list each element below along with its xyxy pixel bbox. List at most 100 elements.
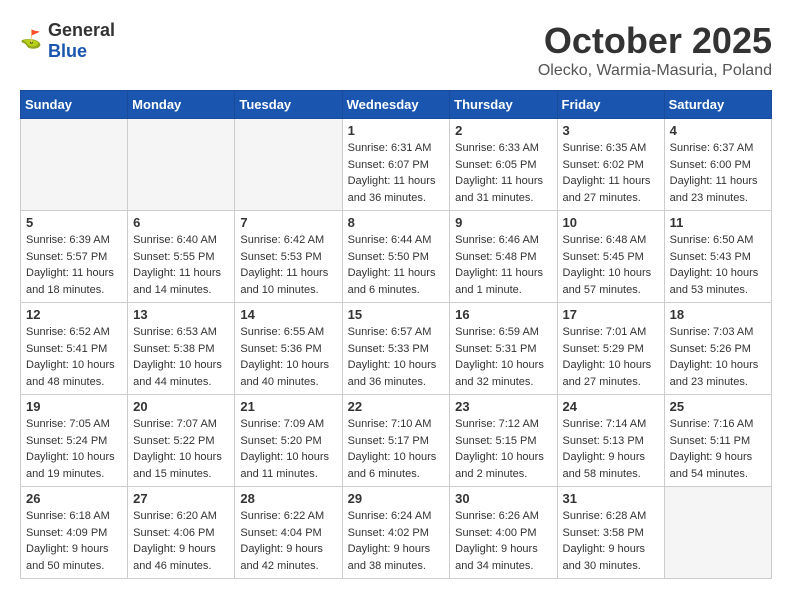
calendar-cell: 7 Sunrise: 6:42 AM Sunset: 5:53 PM Daylig… bbox=[235, 211, 342, 303]
calendar-cell: 14 Sunrise: 6:55 AM Sunset: 5:36 PM Dayli… bbox=[235, 303, 342, 395]
day-number: 5 bbox=[26, 215, 122, 230]
day-number: 7 bbox=[240, 215, 336, 230]
day-number: 16 bbox=[455, 307, 551, 322]
week-row-2: 5 Sunrise: 6:39 AM Sunset: 5:57 PM Daylig… bbox=[21, 211, 772, 303]
calendar-cell: 26 Sunrise: 6:18 AM Sunset: 4:09 PM Dayli… bbox=[21, 487, 128, 579]
day-info: Sunrise: 6:35 AM Sunset: 6:02 PM Dayligh… bbox=[563, 140, 659, 206]
calendar-cell bbox=[235, 119, 342, 211]
logo-general: General bbox=[48, 20, 115, 40]
day-info: Sunrise: 6:53 AM Sunset: 5:38 PM Dayligh… bbox=[133, 324, 229, 390]
calendar-cell: 23 Sunrise: 7:12 AM Sunset: 5:15 PM Dayli… bbox=[450, 395, 557, 487]
calendar-cell: 15 Sunrise: 6:57 AM Sunset: 5:33 PM Dayli… bbox=[342, 303, 450, 395]
calendar-cell: 28 Sunrise: 6:22 AM Sunset: 4:04 PM Dayli… bbox=[235, 487, 342, 579]
day-number: 26 bbox=[26, 491, 122, 506]
day-info: Sunrise: 6:22 AM Sunset: 4:04 PM Dayligh… bbox=[240, 508, 336, 574]
calendar-cell: 30 Sunrise: 6:26 AM Sunset: 4:00 PM Dayli… bbox=[450, 487, 557, 579]
calendar-cell: 5 Sunrise: 6:39 AM Sunset: 5:57 PM Daylig… bbox=[21, 211, 128, 303]
calendar-cell bbox=[21, 119, 128, 211]
day-info: Sunrise: 6:57 AM Sunset: 5:33 PM Dayligh… bbox=[348, 324, 445, 390]
week-row-5: 26 Sunrise: 6:18 AM Sunset: 4:09 PM Dayli… bbox=[21, 487, 772, 579]
day-number: 12 bbox=[26, 307, 122, 322]
day-info: Sunrise: 7:14 AM Sunset: 5:13 PM Dayligh… bbox=[563, 416, 659, 482]
day-number: 30 bbox=[455, 491, 551, 506]
day-info: Sunrise: 6:42 AM Sunset: 5:53 PM Dayligh… bbox=[240, 232, 336, 298]
calendar-cell: 13 Sunrise: 6:53 AM Sunset: 5:38 PM Dayli… bbox=[128, 303, 235, 395]
header-sunday: Sunday bbox=[21, 91, 128, 119]
week-row-1: 1 Sunrise: 6:31 AM Sunset: 6:07 PM Daylig… bbox=[21, 119, 772, 211]
day-number: 10 bbox=[563, 215, 659, 230]
svg-text:⛳: ⛳ bbox=[20, 29, 42, 50]
calendar-cell: 25Sunrise: 7:16 AM Sunset: 5:11 PM Dayli… bbox=[664, 395, 771, 487]
calendar-title: October 2025 bbox=[538, 20, 772, 62]
header-monday: Monday bbox=[128, 91, 235, 119]
day-number: 13 bbox=[133, 307, 229, 322]
calendar-cell: 1 Sunrise: 6:31 AM Sunset: 6:07 PM Daylig… bbox=[342, 119, 450, 211]
day-number: 24 bbox=[563, 399, 659, 414]
logo-blue: Blue bbox=[48, 41, 87, 61]
day-number: 31 bbox=[563, 491, 659, 506]
day-info: Sunrise: 6:39 AM Sunset: 5:57 PM Dayligh… bbox=[26, 232, 122, 298]
day-info: Sunrise: 7:09 AM Sunset: 5:20 PM Dayligh… bbox=[240, 416, 336, 482]
calendar-cell: 11Sunrise: 6:50 AM Sunset: 5:43 PM Dayli… bbox=[664, 211, 771, 303]
day-number: 15 bbox=[348, 307, 445, 322]
day-info: Sunrise: 7:01 AM Sunset: 5:29 PM Dayligh… bbox=[563, 324, 659, 390]
day-number: 23 bbox=[455, 399, 551, 414]
day-info: Sunrise: 6:55 AM Sunset: 5:36 PM Dayligh… bbox=[240, 324, 336, 390]
calendar-cell: 31 Sunrise: 6:28 AM Sunset: 3:58 PM Dayli… bbox=[557, 487, 664, 579]
calendar-cell: 27 Sunrise: 6:20 AM Sunset: 4:06 PM Dayli… bbox=[128, 487, 235, 579]
day-number: 14 bbox=[240, 307, 336, 322]
calendar-cell: 6Sunrise: 6:40 AM Sunset: 5:55 PM Daylig… bbox=[128, 211, 235, 303]
day-info: Sunrise: 6:46 AM Sunset: 5:48 PM Dayligh… bbox=[455, 232, 551, 298]
calendar-cell: 29Sunrise: 6:24 AM Sunset: 4:02 PM Dayli… bbox=[342, 487, 450, 579]
day-info: Sunrise: 6:26 AM Sunset: 4:00 PM Dayligh… bbox=[455, 508, 551, 574]
day-info: Sunrise: 7:03 AM Sunset: 5:26 PM Dayligh… bbox=[670, 324, 766, 390]
day-number: 28 bbox=[240, 491, 336, 506]
day-number: 18 bbox=[670, 307, 766, 322]
header-thursday: Thursday bbox=[450, 91, 557, 119]
calendar-cell: 19 Sunrise: 7:05 AM Sunset: 5:24 PM Dayli… bbox=[21, 395, 128, 487]
day-number: 3 bbox=[563, 123, 659, 138]
calendar-cell: 4Sunrise: 6:37 AM Sunset: 6:00 PM Daylig… bbox=[664, 119, 771, 211]
day-info: Sunrise: 6:48 AM Sunset: 5:45 PM Dayligh… bbox=[563, 232, 659, 298]
day-info: Sunrise: 6:28 AM Sunset: 3:58 PM Dayligh… bbox=[563, 508, 659, 574]
header-saturday: Saturday bbox=[664, 91, 771, 119]
calendar-cell: 3 Sunrise: 6:35 AM Sunset: 6:02 PM Daylig… bbox=[557, 119, 664, 211]
title-area: October 2025 Olecko, Warmia-Masuria, Pol… bbox=[538, 20, 772, 80]
calendar-cell: 8Sunrise: 6:44 AM Sunset: 5:50 PM Daylig… bbox=[342, 211, 450, 303]
calendar-subtitle: Olecko, Warmia-Masuria, Poland bbox=[538, 62, 772, 80]
day-number: 22 bbox=[348, 399, 445, 414]
day-number: 27 bbox=[133, 491, 229, 506]
day-info: Sunrise: 6:24 AM Sunset: 4:02 PM Dayligh… bbox=[348, 508, 445, 574]
header-friday: Friday bbox=[557, 91, 664, 119]
calendar-cell bbox=[128, 119, 235, 211]
header-wednesday: Wednesday bbox=[342, 91, 450, 119]
calendar-cell: 12 Sunrise: 6:52 AM Sunset: 5:41 PM Dayli… bbox=[21, 303, 128, 395]
day-info: Sunrise: 6:59 AM Sunset: 5:31 PM Dayligh… bbox=[455, 324, 551, 390]
day-info: Sunrise: 7:05 AM Sunset: 5:24 PM Dayligh… bbox=[26, 416, 122, 482]
calendar-cell: 24 Sunrise: 7:14 AM Sunset: 5:13 PM Dayli… bbox=[557, 395, 664, 487]
day-info: Sunrise: 7:12 AM Sunset: 5:15 PM Dayligh… bbox=[455, 416, 551, 482]
day-number: 4 bbox=[670, 123, 766, 138]
calendar-cell bbox=[664, 487, 771, 579]
day-info: Sunrise: 6:18 AM Sunset: 4:09 PM Dayligh… bbox=[26, 508, 122, 574]
day-number: 19 bbox=[26, 399, 122, 414]
calendar-cell: 9Sunrise: 6:46 AM Sunset: 5:48 PM Daylig… bbox=[450, 211, 557, 303]
day-info: Sunrise: 6:20 AM Sunset: 4:06 PM Dayligh… bbox=[133, 508, 229, 574]
day-info: Sunrise: 6:31 AM Sunset: 6:07 PM Dayligh… bbox=[348, 140, 445, 206]
day-info: Sunrise: 7:10 AM Sunset: 5:17 PM Dayligh… bbox=[348, 416, 445, 482]
day-number: 2 bbox=[455, 123, 551, 138]
logo-text: General Blue bbox=[48, 20, 115, 62]
day-number: 17 bbox=[563, 307, 659, 322]
day-number: 8 bbox=[348, 215, 445, 230]
calendar-cell: 22 Sunrise: 7:10 AM Sunset: 5:17 PM Dayli… bbox=[342, 395, 450, 487]
day-info: Sunrise: 6:52 AM Sunset: 5:41 PM Dayligh… bbox=[26, 324, 122, 390]
calendar-cell: 21Sunrise: 7:09 AM Sunset: 5:20 PM Dayli… bbox=[235, 395, 342, 487]
day-number: 6 bbox=[133, 215, 229, 230]
header-row: Sunday Monday Tuesday Wednesday Thursday… bbox=[21, 91, 772, 119]
day-info: Sunrise: 6:33 AM Sunset: 6:05 PM Dayligh… bbox=[455, 140, 551, 206]
header-tuesday: Tuesday bbox=[235, 91, 342, 119]
logo-icon: ⛳ bbox=[20, 29, 44, 53]
day-number: 1 bbox=[348, 123, 445, 138]
day-info: Sunrise: 6:50 AM Sunset: 5:43 PM Dayligh… bbox=[670, 232, 766, 298]
calendar-cell: 10 Sunrise: 6:48 AM Sunset: 5:45 PM Dayli… bbox=[557, 211, 664, 303]
